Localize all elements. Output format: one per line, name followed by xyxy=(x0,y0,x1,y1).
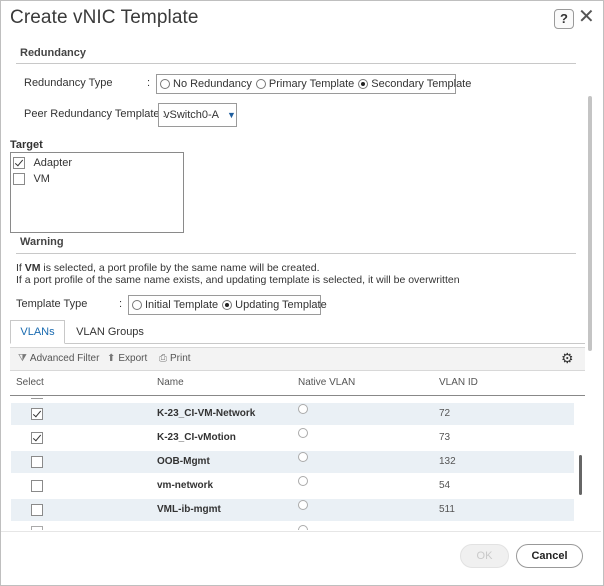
filter-icon: ⧩ xyxy=(18,353,27,364)
radio-primary-template-label: Primary Template xyxy=(268,78,355,90)
radio-icon xyxy=(358,79,369,89)
radio-icon xyxy=(255,79,266,89)
warning-line-2: If a port profile of the same name exist… xyxy=(16,274,460,286)
export-label: Export xyxy=(118,353,148,364)
radio-secondary-template-label: Secondary Template xyxy=(371,78,472,90)
vlan-id: 132 xyxy=(439,456,456,467)
peer-redundancy-value: vSwitch0-A xyxy=(164,109,220,121)
table-row[interactable]: vm-network 54 xyxy=(11,475,574,497)
column-header-select[interactable]: Select xyxy=(16,377,44,388)
table-row[interactable]: VML-ib-mgmt 511 xyxy=(11,499,574,521)
radio-secondary-template[interactable]: Secondary Template xyxy=(358,78,471,90)
vlan-id: 54 xyxy=(439,480,451,491)
target-item-vm-label: VM xyxy=(33,172,50,185)
export-button[interactable]: ⬆ Export xyxy=(107,353,147,364)
partial-row-divider xyxy=(31,398,43,401)
radio-updating-template[interactable]: Updating Template xyxy=(222,299,327,311)
print-icon: ⎙ xyxy=(159,353,167,364)
advanced-filter-label: Advanced Filter xyxy=(29,353,100,364)
close-button[interactable]: ✕ xyxy=(578,7,595,27)
checkbox-icon[interactable] xyxy=(31,408,43,420)
redundancy-type-colon: : xyxy=(147,77,151,89)
radio-no-redundancy[interactable]: No Redundancy xyxy=(160,78,252,90)
peer-redundancy-label: Peer Redundancy Template : xyxy=(24,108,166,120)
ok-button[interactable]: OK xyxy=(460,544,509,568)
export-icon: ⬆ xyxy=(107,353,116,364)
table-scrollbar[interactable] xyxy=(579,455,582,495)
table-row[interactable]: K-23_CI-vMotion 73 xyxy=(11,427,574,449)
template-type-label: Template Type xyxy=(16,298,88,310)
footer-fade xyxy=(1,531,601,532)
radio-icon[interactable] xyxy=(298,500,308,510)
table-toolbar: ⧩ Advanced Filter ⬆ Export ⎙ Print ⚙ xyxy=(10,347,585,371)
partial-row-radio xyxy=(298,525,308,530)
checkbox-icon[interactable] xyxy=(31,480,43,492)
radio-no-redundancy-label: No Redundancy xyxy=(173,78,252,90)
radio-icon[interactable] xyxy=(298,452,308,462)
vlan-id: 511 xyxy=(439,504,455,515)
target-heading: Target xyxy=(10,139,43,151)
target-list: Adapter VM xyxy=(10,152,184,233)
radio-icon xyxy=(222,300,233,310)
chevron-down-icon: ▼ xyxy=(227,110,236,120)
radio-icon[interactable] xyxy=(298,476,308,486)
target-item-adapter-label: Adapter xyxy=(33,156,72,169)
radio-icon[interactable] xyxy=(298,404,308,414)
table-row[interactable]: OOB-Mgmt 132 xyxy=(11,451,574,473)
partial-row xyxy=(31,526,43,530)
warning-line-1-bold: VM xyxy=(24,262,41,274)
redundancy-type-label: Redundancy Type xyxy=(24,77,113,89)
radio-updating-template-label: Updating Template xyxy=(235,299,327,311)
column-header-vlan-id[interactable]: VLAN ID xyxy=(439,377,478,388)
warning-line-1-suffix: is selected, a port profile by the same … xyxy=(40,262,320,274)
redundancy-heading: Redundancy xyxy=(20,47,87,59)
vlan-name: VML-ib-mgmt xyxy=(157,504,221,515)
help-icon: ? xyxy=(560,11,568,26)
form-scrollbar[interactable] xyxy=(588,96,592,351)
warning-heading: Warning xyxy=(20,236,64,248)
checkbox-icon xyxy=(13,156,25,169)
warning-line-1: If VM is selected, a port profile by the… xyxy=(16,262,320,274)
vlan-name: OOB-Mgmt xyxy=(157,456,210,467)
checkbox-icon[interactable] xyxy=(31,432,43,444)
create-vnic-template-dialog: Create vNIC Template ? ✕ Redundancy Redu… xyxy=(0,0,604,586)
table-row[interactable]: K-23_CI-VM-Network 72 xyxy=(11,403,574,425)
radio-icon xyxy=(160,79,170,89)
vlan-id: 72 xyxy=(439,408,451,419)
tab-vlan-groups[interactable]: VLAN Groups xyxy=(73,321,147,343)
redundancy-divider xyxy=(16,63,576,64)
vlan-name: K-23_CI-VM-Network xyxy=(157,408,256,419)
radio-initial-template[interactable]: Initial Template xyxy=(132,299,218,311)
target-item-vm[interactable]: VM xyxy=(13,170,50,188)
vlan-name: vm-network xyxy=(157,480,214,491)
tabs-baseline xyxy=(10,343,585,344)
gear-icon[interactable]: ⚙ xyxy=(561,350,574,366)
advanced-filter-button[interactable]: ⧩ Advanced Filter xyxy=(18,353,99,364)
column-header-native-vlan[interactable]: Native VLAN xyxy=(298,377,355,388)
print-label: Print xyxy=(170,353,191,364)
dialog-title: Create vNIC Template xyxy=(10,7,199,28)
checkbox-icon xyxy=(13,172,25,185)
cancel-button[interactable]: Cancel xyxy=(516,544,583,568)
peer-redundancy-select[interactable]: vSwitch0-A ▼ xyxy=(158,103,237,127)
radio-icon xyxy=(132,300,142,310)
close-icon: ✕ xyxy=(578,6,595,28)
template-type-group: Initial Template Updating Template xyxy=(128,295,327,315)
tab-vlans[interactable]: VLANs xyxy=(10,320,65,344)
print-button[interactable]: ⎙ Print xyxy=(159,353,191,364)
redundancy-type-group: No Redundancy Primary Template Secondary… xyxy=(156,74,471,94)
radio-initial-template-label: Initial Template xyxy=(145,299,219,311)
column-header-name[interactable]: Name xyxy=(157,377,184,388)
template-type-colon: : xyxy=(119,298,123,310)
checkbox-icon[interactable] xyxy=(31,504,43,516)
warning-divider xyxy=(16,253,576,254)
checkbox-icon[interactable] xyxy=(31,456,43,468)
table-header-divider xyxy=(10,395,585,396)
vlan-id: 73 xyxy=(439,432,451,443)
radio-primary-template[interactable]: Primary Template xyxy=(255,78,355,90)
warning-line-1-prefix: If xyxy=(16,262,25,274)
help-button[interactable]: ? xyxy=(554,9,574,29)
vlan-name: K-23_CI-vMotion xyxy=(157,432,236,443)
radio-icon[interactable] xyxy=(298,428,308,438)
